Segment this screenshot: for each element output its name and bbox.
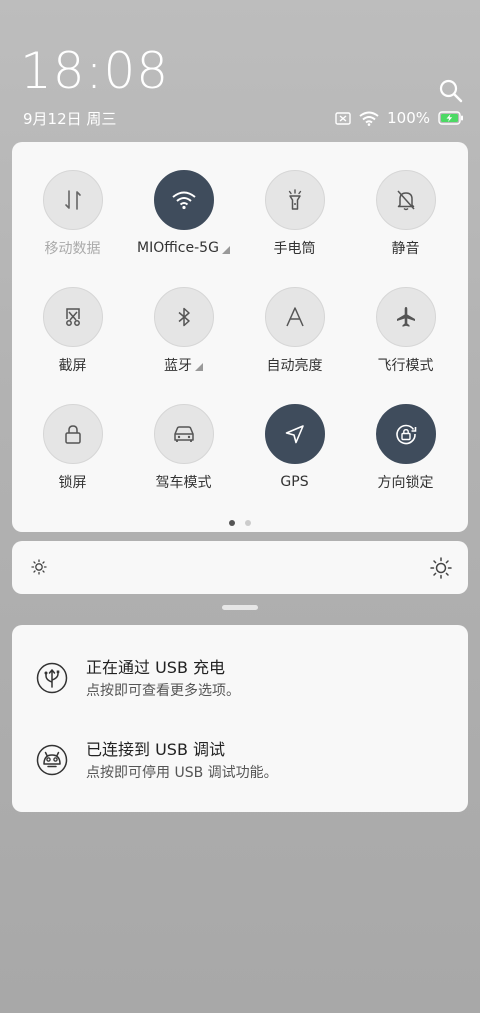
gps-icon[interactable] <box>264 404 325 464</box>
notification-usb-charging[interactable]: 正在通过 USB 充电 点按即可查看更多选项。 <box>12 648 468 708</box>
toggle-screenshot[interactable]: 截屏 <box>17 287 128 375</box>
toggle-label: 飞行模式 <box>377 358 434 374</box>
toggle-label: MIOffice-5G <box>137 238 230 258</box>
clock[interactable]: 18:08 <box>20 46 169 96</box>
toggle-gps[interactable]: GPS <box>239 404 350 492</box>
page-indicator <box>12 520 468 526</box>
quick-settings-panel: 移动数据 MIOffice-5G 手电筒 静音 截屏 蓝牙 自动亮度 飞行模式 … <box>12 142 468 532</box>
toggle-label: 锁屏 <box>58 475 87 491</box>
drag-handle[interactable] <box>222 605 258 610</box>
expand-indicator-icon[interactable] <box>195 362 203 371</box>
battery-percent: 100% <box>387 109 430 127</box>
toggle-label: GPS <box>280 474 309 490</box>
car-icon[interactable] <box>153 404 214 464</box>
notification-title: 正在通过 USB 充电 <box>86 658 226 677</box>
page-dot-2[interactable] <box>245 520 251 526</box>
search-icon[interactable] <box>438 78 464 104</box>
rotation-lock-icon[interactable] <box>375 404 436 464</box>
airplane-icon[interactable] <box>375 287 436 347</box>
toggle-mute[interactable]: 静音 <box>350 170 461 258</box>
toggle-label: 自动亮度 <box>266 358 323 374</box>
toggle-label: 蓝牙 <box>164 355 203 375</box>
toggle-label: 截屏 <box>58 358 87 374</box>
lock-icon[interactable] <box>42 404 103 464</box>
mobile-data-icon[interactable] <box>42 170 103 230</box>
toggle-label: 方向锁定 <box>377 475 434 491</box>
toggle-bluetooth[interactable]: 蓝牙 <box>128 287 239 375</box>
page-dot-1[interactable] <box>229 520 235 526</box>
notification-usb-debugging[interactable]: 已连接到 USB 调试 点按即可停用 USB 调试功能。 <box>12 730 468 790</box>
android-debug-icon <box>36 744 68 776</box>
brightness-slider[interactable] <box>12 541 468 594</box>
date[interactable]: 9月12日 周三 <box>23 108 116 129</box>
toggle-rotation-lock[interactable]: 方向锁定 <box>350 404 461 492</box>
mute-bell-icon[interactable] <box>375 170 436 230</box>
toggle-flashlight[interactable]: 手电筒 <box>239 170 350 258</box>
status-bar: 100% <box>335 108 464 128</box>
toggle-airplane-mode[interactable]: 飞行模式 <box>350 287 461 375</box>
screenshot-icon[interactable] <box>42 287 103 347</box>
notification-subtitle: 点按即可查看更多选项。 <box>86 683 240 699</box>
notification-title: 已连接到 USB 调试 <box>86 740 226 759</box>
wifi-icon[interactable] <box>153 170 214 230</box>
auto-brightness-icon[interactable] <box>264 287 325 347</box>
bluetooth-icon[interactable] <box>153 287 214 347</box>
flashlight-icon[interactable] <box>264 170 325 230</box>
toggle-label: 静音 <box>391 241 420 257</box>
notification-subtitle: 点按即可停用 USB 调试功能。 <box>86 765 278 781</box>
usb-icon <box>36 662 68 694</box>
brightness-high-icon <box>430 557 452 583</box>
toggle-label: 驾车模式 <box>155 475 212 491</box>
toggle-label: 移动数据 <box>44 241 101 257</box>
toggle-driving-mode[interactable]: 驾车模式 <box>128 404 239 492</box>
notification-card: 正在通过 USB 充电 点按即可查看更多选项。 已连接到 USB 调试 点按即可… <box>12 625 468 812</box>
wifi-icon <box>359 111 379 126</box>
no-sim-icon <box>335 111 351 125</box>
battery-charging-icon <box>438 111 464 125</box>
toggle-lock-screen[interactable]: 锁屏 <box>17 404 128 492</box>
toggle-auto-brightness[interactable]: 自动亮度 <box>239 287 350 375</box>
brightness-low-icon <box>31 559 47 579</box>
toggle-wifi[interactable]: MIOffice-5G <box>128 170 239 258</box>
toggle-label: 手电筒 <box>273 241 316 257</box>
expand-indicator-icon[interactable] <box>221 245 230 254</box>
toggle-mobile-data[interactable]: 移动数据 <box>17 170 128 258</box>
